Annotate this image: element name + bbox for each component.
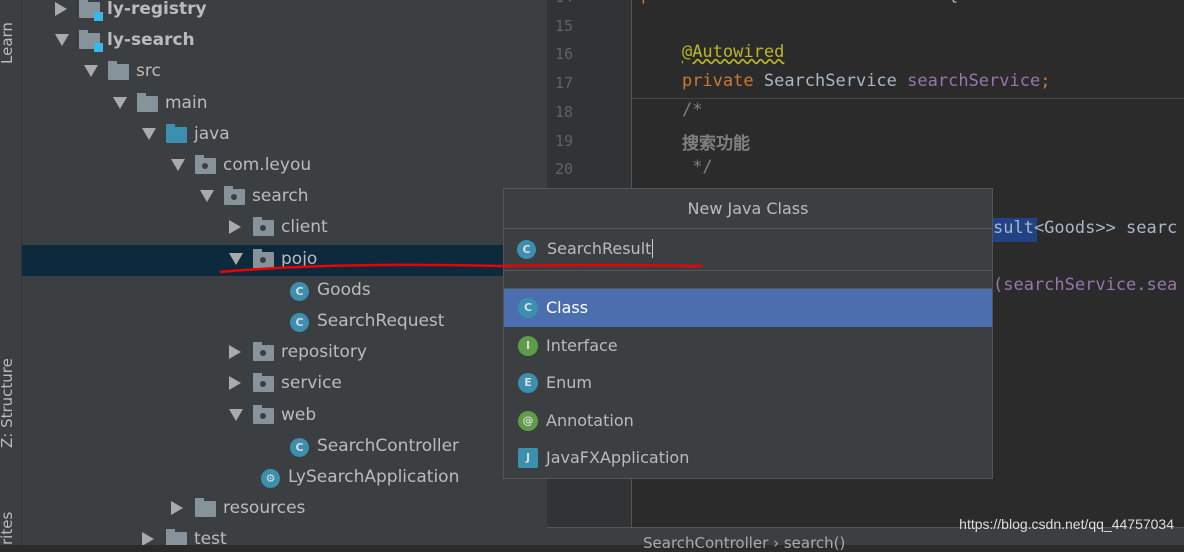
breadcrumb[interactable]: SearchController › search() [643,534,845,552]
red-underline-annotation [219,263,703,274]
watermark: https://blog.csdn.net/qq_44757034 [959,516,1174,532]
